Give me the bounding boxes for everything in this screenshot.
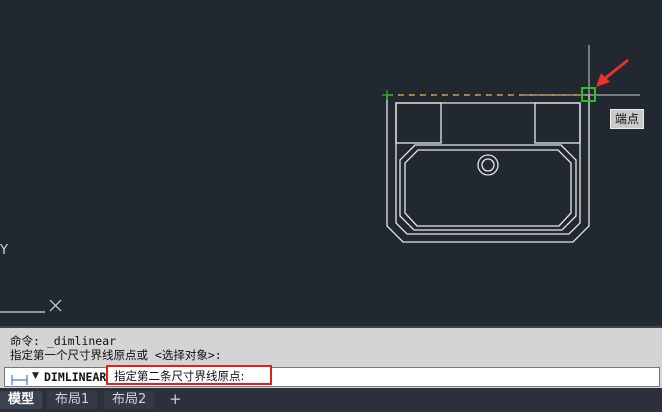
tab-model[interactable]: 模型 xyxy=(0,391,43,409)
command-name: DIMLINEAR xyxy=(44,370,107,384)
command-line[interactable]: ▼ DIMLINEAR 指定第二条尺寸界线原点: xyxy=(4,365,660,387)
history-line: 命令: _dimlinear xyxy=(10,334,117,348)
add-layout-button[interactable]: + xyxy=(169,390,182,408)
tab-layout2[interactable]: 布局2 xyxy=(104,391,155,409)
ucs-icon xyxy=(0,299,62,313)
tab-layout1[interactable]: 布局1 xyxy=(47,391,98,409)
first-point-marker xyxy=(382,90,392,100)
prompt-highlight[interactable]: 指定第二条尺寸界线原点: xyxy=(106,365,272,385)
ucs-y-label: Y xyxy=(0,243,8,258)
chevron-down-icon[interactable]: ▼ xyxy=(32,371,39,381)
annotation-arrow-icon xyxy=(596,58,629,87)
drawing-canvas[interactable]: 端点 Y xyxy=(0,0,662,326)
history-line: 指定第一个尺寸界线原点或 <选择对象>: xyxy=(10,348,222,362)
osnap-tooltip: 端点 xyxy=(610,109,645,129)
drawing-area[interactable] xyxy=(0,0,662,326)
command-prompt: 指定第二条尺寸界线原点: xyxy=(114,369,245,383)
layout-tab-bar: 模型 布局1 布局2 + xyxy=(0,388,662,412)
sink-drawing xyxy=(386,96,590,243)
